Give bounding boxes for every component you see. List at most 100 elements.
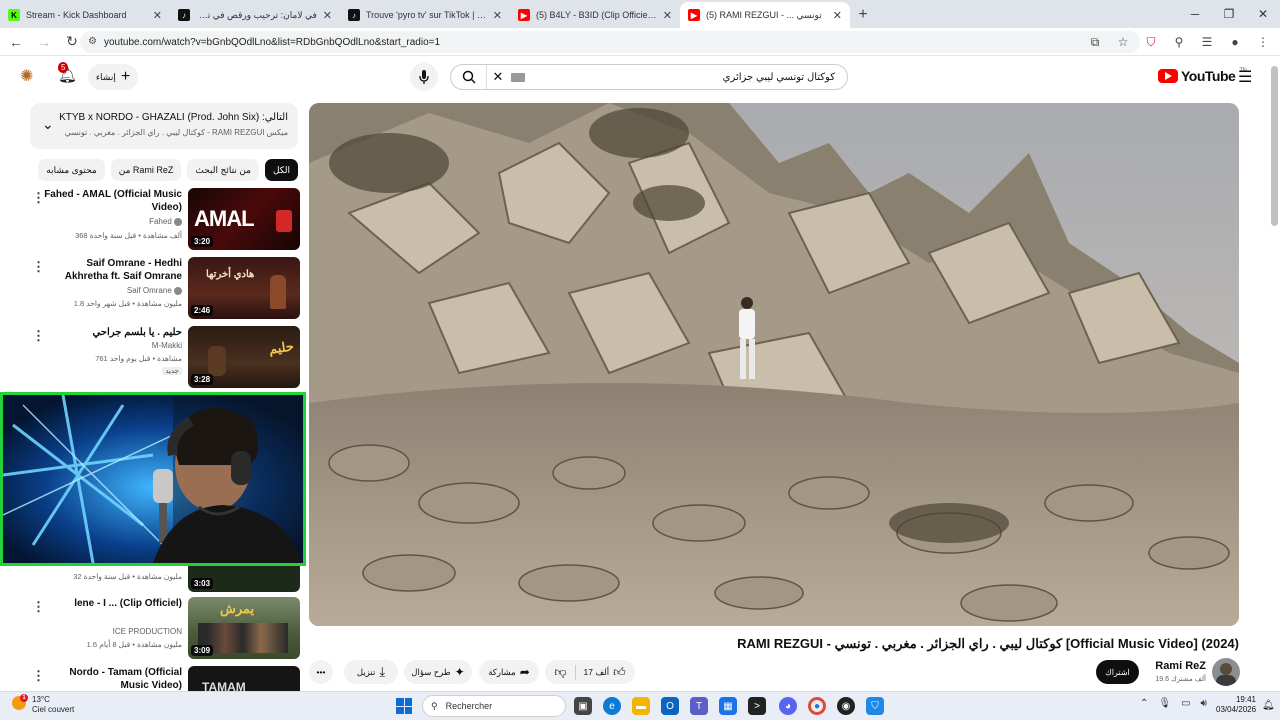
edge-icon[interactable]: e bbox=[603, 697, 621, 715]
system-tray: ⌃ 🎙︎ ▭ 🔊︎ bbox=[1140, 698, 1207, 709]
webcam-image bbox=[3, 395, 303, 563]
subscribe-button[interactable]: اشتراك bbox=[1096, 660, 1139, 684]
list-item[interactable]: 3:03 32 مليون مشاهدة • قبل سنة واحدة bbox=[30, 566, 300, 592]
teams-icon[interactable]: T bbox=[690, 697, 708, 715]
list-item[interactable]: AMAL 3:20 ⋮ Fahed - AMAL (Official Music… bbox=[30, 188, 300, 252]
task-view-icon[interactable]: ▣ bbox=[574, 697, 592, 715]
close-icon[interactable]: ✕ bbox=[833, 9, 842, 22]
dislike-icon[interactable]: 👎︎ bbox=[554, 664, 576, 680]
new-badge: جديد bbox=[162, 367, 182, 375]
forward-icon[interactable]: → bbox=[32, 30, 56, 54]
more-menu-icon[interactable]: ⋮ bbox=[1254, 32, 1272, 52]
windows-start-icon[interactable] bbox=[396, 698, 412, 714]
video-thumbnail[interactable]: حليم 3:28 bbox=[188, 326, 300, 388]
sparkle-icon: ✦ bbox=[454, 665, 465, 679]
ask-button[interactable]: طرح سؤال ✦ bbox=[404, 660, 472, 684]
notification-center-icon[interactable]: 🔔︎ bbox=[1262, 700, 1275, 711]
outlook-icon[interactable]: O bbox=[661, 697, 679, 715]
discord-icon[interactable]: ◕ bbox=[779, 697, 797, 715]
create-button[interactable]: إنشاء + bbox=[88, 64, 138, 90]
bookmark-star-icon[interactable]: ☆ bbox=[1114, 32, 1132, 52]
profile-avatar-icon[interactable]: ● bbox=[1226, 32, 1244, 52]
more-horizontal-icon: ••• bbox=[316, 667, 326, 677]
file-explorer-icon[interactable]: ▬ bbox=[632, 697, 650, 715]
microphone-icon[interactable]: 🎙︎ bbox=[1158, 698, 1171, 709]
chevron-down-icon[interactable]: ⌄ bbox=[42, 116, 54, 133]
maximize-icon[interactable]: ❐ bbox=[1212, 0, 1246, 28]
like-icon[interactable]: 👍︎ bbox=[613, 665, 626, 680]
site-info-icon[interactable]: ⚙ bbox=[88, 36, 97, 47]
channel-avatar[interactable] bbox=[1212, 658, 1240, 686]
obs-icon[interactable]: ◉ bbox=[837, 697, 855, 715]
install-icon[interactable]: ⧉ bbox=[1086, 32, 1104, 52]
video-thumbnail[interactable]: هادي أخرتها 2:46 bbox=[188, 257, 300, 319]
terminal-icon[interactable]: > bbox=[748, 697, 766, 715]
video-thumbnail[interactable]: TAMAM bbox=[188, 666, 300, 691]
account-avatar[interactable]: ✺ bbox=[20, 66, 33, 86]
url-field[interactable]: ⚙ youtube.com/watch?v=bGnbQOdlLno&list=RD… bbox=[80, 31, 1140, 53]
browser-tab[interactable]: ♪ Trouve 'pyro tv' sur TikTok | Rec ✕ bbox=[340, 2, 510, 28]
youtube-icon: ▶ bbox=[688, 9, 700, 21]
video-thumbnail[interactable]: AMAL 3:20 bbox=[188, 188, 300, 250]
reading-list-icon[interactable]: ☰ bbox=[1198, 32, 1216, 52]
minimize-icon[interactable]: ─ bbox=[1178, 0, 1212, 28]
video-thumbnail[interactable]: يمرش 3:09 bbox=[188, 597, 300, 659]
close-icon[interactable]: ✕ bbox=[663, 9, 672, 22]
weather-widget[interactable]: 1 13°C Ciel couvert bbox=[8, 694, 74, 715]
youtube-logo[interactable]: YouTube TN bbox=[1158, 68, 1247, 84]
search-icon[interactable] bbox=[451, 65, 487, 89]
video-player[interactable] bbox=[309, 103, 1239, 626]
up-next-title: التالي: KTYB x NORDO - GHAZALI (Prod. Jo… bbox=[59, 112, 288, 123]
video-thumbnail[interactable]: 3:03 bbox=[188, 566, 300, 592]
hamburger-menu-icon[interactable]: ☰ bbox=[1238, 67, 1252, 87]
close-icon[interactable]: ✕ bbox=[323, 9, 332, 22]
chip-related[interactable]: محتوى مشابه bbox=[38, 159, 105, 181]
browser-tab[interactable]: ♪ في لامان: ترحيب ورقص في تون... ✕ bbox=[170, 2, 340, 28]
notifications-bell-icon[interactable]: 🔔︎ 5 bbox=[58, 62, 78, 86]
browser-tab[interactable]: ▶ (5) B4LY - B3ID (Clip Officiel) - Y ✕ bbox=[510, 2, 680, 28]
browser-tab[interactable]: K Stream - Kick Dashboard ✕ bbox=[0, 2, 170, 28]
taskbar-search[interactable]: ⚲ Rechercher bbox=[422, 695, 566, 717]
search-input[interactable]: كوكتال تونسي ليبي جزائري bbox=[525, 72, 847, 83]
list-item[interactable]: حليم 3:28 ⋮ حليم . يا بلسم جراحي M-Makki… bbox=[30, 326, 300, 390]
address-bar-row: ← → ↻ ⚙ youtube.com/watch?v=bGnbQOdlLno&l… bbox=[0, 28, 1280, 56]
tiktok-icon: ♪ bbox=[178, 9, 190, 21]
webcam-overlay bbox=[0, 392, 306, 566]
close-window-icon[interactable]: ✕ bbox=[1246, 0, 1280, 28]
more-options-button[interactable]: ••• bbox=[309, 660, 333, 684]
store-icon[interactable]: ▦ bbox=[719, 697, 737, 715]
chip-from-search[interactable]: من نتائج البحث bbox=[187, 159, 259, 181]
up-next-panel[interactable]: ⌄ التالي: KTYB x NORDO - GHAZALI (Prod. … bbox=[30, 103, 298, 149]
close-icon[interactable]: ✕ bbox=[493, 9, 502, 22]
clear-search-icon[interactable]: ✕ bbox=[487, 69, 509, 85]
download-button[interactable]: تنزيل ⤓ bbox=[344, 660, 398, 684]
browser-tab-active[interactable]: ▶ (5) RAMI REZGUI - ... تونسي ✕ bbox=[680, 2, 850, 28]
search-box[interactable]: ✕ كوكتال تونسي ليبي جزائري bbox=[450, 64, 848, 90]
chevron-up-icon[interactable]: ⌃ bbox=[1140, 698, 1148, 709]
chrome-icon[interactable]: ● bbox=[808, 697, 826, 715]
chip-all[interactable]: الكل bbox=[264, 159, 298, 181]
clock[interactable]: 19:41 03/04/2026 bbox=[1216, 695, 1256, 715]
keyboard-icon[interactable] bbox=[511, 72, 525, 82]
volume-icon[interactable]: 🔊︎ bbox=[1201, 698, 1207, 709]
list-item[interactable]: يمرش 3:09 ⋮ lene - I ... (Clip Officiel)… bbox=[30, 597, 300, 661]
video-title: RAMI REZGUI - كوكتال ليبي . راي الجزائر … bbox=[737, 636, 1239, 651]
network-icon[interactable]: ▭ bbox=[1181, 698, 1190, 709]
share-button[interactable]: مشاركة ➦ bbox=[479, 660, 539, 684]
channel-name: ICE PRODUCTION bbox=[112, 627, 182, 636]
back-icon[interactable]: ← bbox=[4, 30, 28, 54]
channel-name[interactable]: Rami ReZ bbox=[1155, 660, 1206, 672]
extensions-icon[interactable]: ⚲ bbox=[1170, 32, 1188, 52]
search-icon: ⚲ bbox=[431, 700, 438, 711]
close-icon[interactable]: ✕ bbox=[153, 9, 162, 22]
windows-taskbar: 1 13°C Ciel couvert ⚲ Rechercher ▣ e ▬ O … bbox=[0, 691, 1280, 720]
new-tab-button[interactable]: + bbox=[850, 2, 876, 28]
share-icon: ➦ bbox=[519, 665, 530, 679]
list-item[interactable]: TAMAM ⋮ Nordo - Tamam (Official Music Vi… bbox=[30, 666, 300, 691]
chip-from-channel[interactable]: من Rami ReZ bbox=[110, 159, 182, 181]
page-scrollbar[interactable] bbox=[1271, 66, 1278, 226]
security-shield-icon[interactable]: ⛉ bbox=[866, 697, 884, 715]
list-item[interactable]: هادي أخرتها 2:46 ⋮ Saif Omrane - Hedhi A… bbox=[30, 257, 300, 321]
extension-shield-icon[interactable]: ⛉ bbox=[1142, 32, 1160, 52]
voice-search-mic-icon[interactable] bbox=[410, 63, 438, 91]
